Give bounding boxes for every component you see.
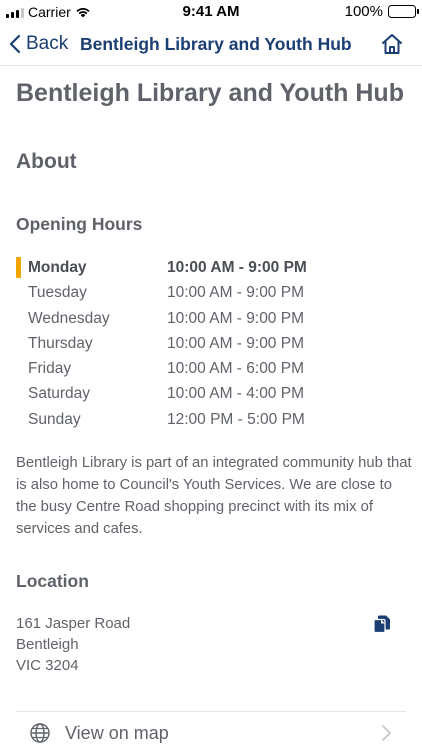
hours-time: 10:00 AM - 9:00 PM <box>167 259 307 276</box>
hours-time: 12:00 PM - 5:00 PM <box>167 410 305 428</box>
hours-row-tuesday: Tuesday 10:00 AM - 9:00 PM <box>16 280 406 305</box>
chevron-left-icon <box>9 34 21 54</box>
battery-icon <box>388 5 419 18</box>
hours-day: Sunday <box>28 410 81 428</box>
hours-time: 10:00 AM - 6:00 PM <box>167 360 304 378</box>
status-bar: Carrier 9:41 AM 100% <box>0 0 422 24</box>
hours-day: Saturday <box>28 385 91 403</box>
opening-hours-heading: Opening Hours <box>16 214 143 234</box>
hours-time: 10:00 AM - 9:00 PM <box>167 309 304 327</box>
hours-row-sunday: Sunday 12:00 PM - 5:00 PM <box>16 407 406 432</box>
hours-row-saturday: Saturday 10:00 AM - 4:00 PM <box>16 381 406 406</box>
home-button[interactable] <box>378 30 406 58</box>
hours-row-wednesday: Wednesday 10:00 AM - 9:00 PM <box>16 306 406 331</box>
hours-row-thursday: Thursday 10:00 AM - 9:00 PM <box>16 331 406 356</box>
hours-day: Thursday <box>28 334 93 352</box>
back-button[interactable]: Back <box>8 30 68 58</box>
page-title: Bentleigh Library and Youth Hub <box>16 79 404 107</box>
hours-day: Tuesday <box>28 284 87 302</box>
opening-hours-table: Monday 10:00 AM - 9:00 PM Tuesday 10:00 … <box>16 255 406 432</box>
navigation-bar: Back Bentleigh Library and Youth Hub <box>0 24 422 66</box>
battery-percent: 100% <box>344 3 383 20</box>
address-state-postcode: VIC 3204 <box>16 657 79 674</box>
view-on-map-label: View on map <box>65 723 169 743</box>
copy-icon <box>373 615 390 634</box>
hours-day: Friday <box>28 360 72 378</box>
hours-time: 10:00 AM - 9:00 PM <box>167 284 304 302</box>
copy-address-button[interactable] <box>372 614 394 636</box>
hours-row-monday: Monday 10:00 AM - 9:00 PM <box>16 255 406 280</box>
hours-day: Wednesday <box>28 309 110 327</box>
hours-day: Monday <box>28 259 87 276</box>
battery-info: 100% <box>344 3 419 20</box>
about-heading: About <box>16 150 77 173</box>
nav-title: Bentleigh Library and Youth Hub <box>80 34 352 54</box>
globe-icon <box>30 723 50 743</box>
location-heading: Location <box>16 571 89 591</box>
view-on-map-link[interactable]: View on map <box>16 712 406 750</box>
address-suburb: Bentleigh <box>16 636 79 653</box>
hours-time: 10:00 AM - 9:00 PM <box>167 334 304 352</box>
chevron-right-icon <box>382 725 391 741</box>
hours-time: 10:00 AM - 4:00 PM <box>167 385 304 403</box>
back-label: Back <box>26 33 69 54</box>
address-block: 161 Jasper Road Bentleigh VIC 3204 <box>16 613 130 676</box>
home-icon <box>382 34 402 54</box>
about-description: Bentleigh Library is part of an integrat… <box>16 455 412 537</box>
address-street: 161 Jasper Road <box>16 615 131 632</box>
hours-row-friday: Friday 10:00 AM - 6:00 PM <box>16 356 406 381</box>
today-marker <box>16 257 21 278</box>
